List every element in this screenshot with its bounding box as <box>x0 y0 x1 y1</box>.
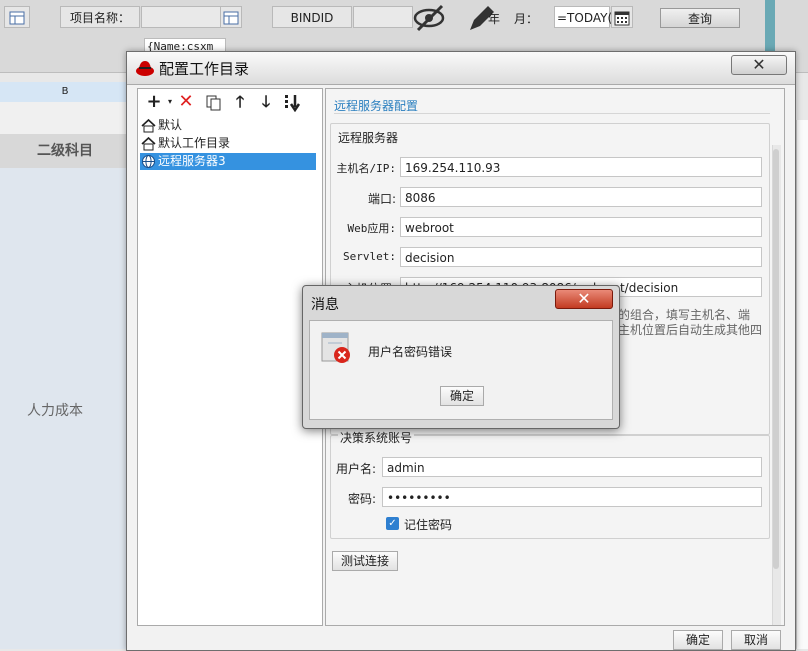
username-label: 用户名: <box>335 462 376 476</box>
column-header-b[interactable]: B <box>0 82 130 103</box>
copy-icon[interactable] <box>206 95 222 111</box>
dialog-titlebar: 配置工作目录 ✕ <box>127 52 795 85</box>
sort-icon[interactable] <box>284 94 302 112</box>
host-label: 主机名/IP: <box>336 162 397 175</box>
webapp-input[interactable]: webroot <box>400 217 762 237</box>
project-name-input[interactable] <box>141 6 221 28</box>
workdir-tree-panel: + ▾ ✕ 🡑 🡓 默认 默认工作目录 远程服务器3 <box>137 88 323 626</box>
servlet-label: Servlet: <box>343 250 396 263</box>
password-label: 密码: <box>347 492 376 506</box>
month-formula-cell[interactable]: =TODAY( <box>554 6 612 28</box>
message-text: 用户名密码错误 <box>368 345 453 359</box>
globe-icon <box>142 155 155 168</box>
hr-cost-cell: 人力成本 <box>27 403 83 419</box>
port-input[interactable]: 8086 <box>400 187 762 207</box>
hint-line-1: 的组合，填写主机名、端 <box>618 308 751 322</box>
table-icon <box>223 11 239 25</box>
spreadsheet-row <box>0 102 130 134</box>
message-ok-button[interactable]: 确定 <box>440 386 484 406</box>
section-title: 远程服务器配置 <box>334 99 419 113</box>
host-input[interactable]: 169.254.110.93 <box>400 157 762 177</box>
calendar-icon <box>614 11 630 26</box>
remember-password-checkbox[interactable]: ✓ <box>386 517 399 530</box>
ok-button[interactable]: 确定 <box>673 630 723 650</box>
dialog-close-button[interactable]: ✕ <box>731 55 787 75</box>
bindid-label: BINDID <box>272 6 352 28</box>
test-connection-button[interactable]: 测试连接 <box>332 551 398 571</box>
account-group-title: 决策系统账号 <box>338 429 415 446</box>
scroll-indicator <box>765 0 775 52</box>
row-header-second-level: 二级科目 <box>0 134 130 168</box>
tree-item-remote-server-3[interactable]: 远程服务器3 <box>140 153 316 170</box>
section-divider <box>334 113 770 114</box>
table-icon <box>9 11 25 25</box>
remember-password-label: 记住密码 <box>404 518 453 532</box>
project-picker-button[interactable] <box>220 6 242 28</box>
port-label: 端口: <box>367 192 396 206</box>
query-button[interactable]: 查询 <box>660 8 740 28</box>
webapp-label: Web应用: <box>347 222 397 235</box>
eye-hidden-icon[interactable] <box>412 4 446 32</box>
hint-line-2: 主机位置后自动生成其他四 <box>618 323 763 337</box>
year-label: 年 <box>488 12 501 26</box>
message-dialog: 消息 ✕ 用户名密码错误 确定 <box>302 285 620 429</box>
project-name-label: 项目名称： <box>60 6 140 28</box>
dialog-title: 配置工作目录 <box>159 60 250 78</box>
tree-item-label: 远程服务器3 <box>158 154 226 168</box>
message-body: 用户名密码错误 确定 <box>309 320 613 420</box>
home-icon <box>141 118 156 133</box>
tree-item-default-workdir[interactable]: 默认工作目录 <box>140 135 316 152</box>
message-close-button[interactable]: ✕ <box>555 289 613 309</box>
delete-icon[interactable]: ✕ <box>176 92 196 112</box>
cancel-button[interactable]: 取消 <box>731 630 781 650</box>
home-icon <box>141 136 156 151</box>
spreadsheet-right-edge <box>796 120 808 649</box>
redhat-logo-icon <box>136 61 154 76</box>
bindid-input[interactable] <box>353 6 413 28</box>
error-icon <box>321 332 350 363</box>
username-input[interactable]: admin <box>382 457 762 477</box>
server-group-title: 远程服务器 <box>338 131 399 145</box>
month-label: 月： <box>514 12 539 26</box>
grid-icon-cell[interactable] <box>4 6 30 28</box>
calendar-button[interactable] <box>611 6 633 28</box>
tree-item-default[interactable]: 默认 <box>140 117 316 134</box>
tree-item-label: 默认 <box>158 118 183 132</box>
password-input[interactable]: ••••••••• <box>382 487 762 507</box>
config-scrollbar-thumb[interactable] <box>773 149 779 569</box>
servlet-input[interactable]: decision <box>400 247 762 267</box>
move-down-icon[interactable]: 🡓 <box>256 92 276 112</box>
move-up-icon[interactable]: 🡑 <box>230 92 250 112</box>
tree-item-label: 默认工作目录 <box>158 136 231 150</box>
message-title: 消息 <box>311 297 339 313</box>
